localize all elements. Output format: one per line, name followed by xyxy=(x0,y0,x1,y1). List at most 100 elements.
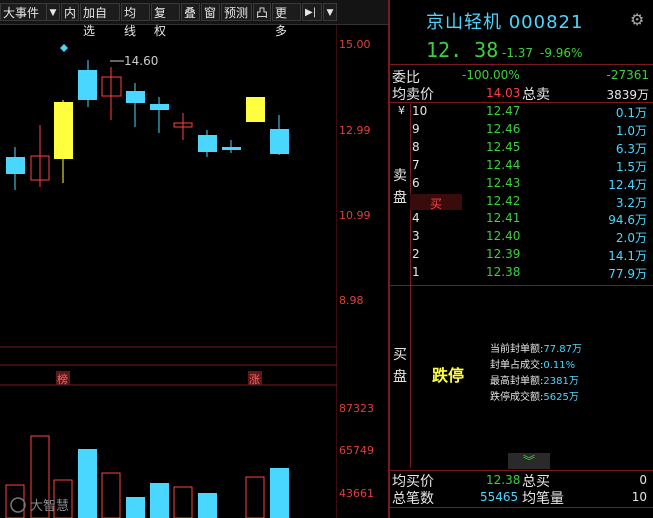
limit-info-line: 封单占成交:0.11% xyxy=(490,356,575,371)
order-book-row[interactable]: 10 12.47 0.1万 xyxy=(390,104,653,121)
settings-gear-icon[interactable]: ⚙ xyxy=(630,10,644,29)
avg-volume-label: 均笔量 xyxy=(522,491,564,507)
candle xyxy=(150,104,169,110)
avg-sell-label: 均卖价 xyxy=(392,87,434,103)
volume-bar xyxy=(173,486,193,518)
play-end-icon[interactable]: ▶| xyxy=(302,3,322,21)
level-volume: 3.2万 xyxy=(615,195,647,210)
inner-button[interactable]: 内 xyxy=(61,3,79,21)
price-axis-label: 15.00 xyxy=(339,38,371,51)
limit-info-value: 2381万 xyxy=(543,376,579,387)
event-diamond-icon[interactable] xyxy=(60,44,68,52)
level-number: 1 xyxy=(412,265,420,280)
limit-info-key: 当前封单额: xyxy=(490,344,544,355)
dropdown-arrow-icon[interactable]: ▼ xyxy=(46,3,60,21)
level-volume: 12.4万 xyxy=(608,177,647,192)
order-book-row[interactable]: 9 12.46 1.0万 xyxy=(390,122,653,139)
total-buy: 0 xyxy=(639,473,647,487)
level-volume: 0.1万 xyxy=(615,106,647,120)
level-volume: 14.1万 xyxy=(608,249,647,264)
level-number: 2 xyxy=(412,247,420,262)
candle xyxy=(222,147,241,150)
quote-panel: 京山轻机 000821 ⚙ 12. 38 -1.37 -9.96% 委比 -10… xyxy=(390,0,653,518)
divider xyxy=(390,102,653,103)
candle xyxy=(246,97,265,122)
level-number: 7 xyxy=(412,157,420,172)
order-book-row[interactable]: 7 12.44 1.5万 xyxy=(390,158,653,175)
more-button[interactable]: 更多 xyxy=(272,3,301,38)
level-number: 6 xyxy=(412,175,420,190)
watermark-logo-icon xyxy=(10,497,26,513)
toolbar-dropdown-icon[interactable]: ▼ xyxy=(323,3,337,21)
adjust-button[interactable]: 复权 xyxy=(151,3,180,38)
total-sell: 3839万 xyxy=(606,88,649,102)
rank-marker[interactable]: 榜 xyxy=(57,372,68,386)
forecast-button[interactable]: 预测 xyxy=(221,3,252,21)
order-book-row[interactable]: 8 12.45 6.3万 xyxy=(390,140,653,157)
volume-axis-label: 65749 xyxy=(339,444,374,457)
limit-info-key: 最高封单额: xyxy=(490,376,544,387)
volume-bar xyxy=(270,468,289,518)
limit-down-status: 跌停 xyxy=(432,366,465,385)
level-price: 12.43 xyxy=(486,175,521,190)
level-volume: 94.6万 xyxy=(608,213,647,228)
divider xyxy=(390,64,653,65)
volume-bar xyxy=(5,484,25,518)
add-watchlist-button[interactable]: 加自选 xyxy=(80,3,120,38)
avg-volume: 10 xyxy=(631,490,647,504)
price-axis-label: 12.99 xyxy=(339,124,371,137)
big-events-label: 大事件 xyxy=(3,6,40,20)
limit-info-value: 77.87万 xyxy=(543,344,583,355)
level-number: 9 xyxy=(412,121,420,136)
limit-info-value: 0.11% xyxy=(543,360,576,371)
collapse-chevron-icon[interactable]: ︾ xyxy=(508,453,550,469)
order-book-row[interactable]: 1 12.38 77.9万 xyxy=(390,265,653,282)
candle xyxy=(54,102,73,159)
volume-axis-label: 87323 xyxy=(339,402,374,415)
price-change-pct: -9.96% xyxy=(540,46,583,60)
order-book-row[interactable]: 3 12.40 2.0万 xyxy=(390,229,653,246)
order-book-row[interactable]: 2 12.39 14.1万 xyxy=(390,247,653,264)
volume-bar xyxy=(150,483,169,518)
limit-info-line: 最高封单额:2381万 xyxy=(490,372,579,387)
overlay-button[interactable]: 叠 xyxy=(181,3,200,21)
big-events-button[interactable]: 大事件 xyxy=(0,3,52,21)
order-book-row[interactable]: 4 12.41 94.6万 xyxy=(390,211,653,228)
candle xyxy=(126,91,145,103)
avg-buy-price: 12.38 xyxy=(486,473,521,487)
current-price: 12. 38 xyxy=(426,38,499,62)
bookmark-icon[interactable]: 凸 xyxy=(253,3,271,21)
divider xyxy=(390,285,653,286)
vertical-divider xyxy=(410,286,411,468)
level-volume: 6.3万 xyxy=(615,141,647,156)
total-trades-label: 总笔数 xyxy=(392,491,434,507)
avg-sell-price: 14.03 xyxy=(486,86,521,100)
order-book-row[interactable]: 6 12.43 12.4万 xyxy=(390,176,653,193)
price-axis-label: 10.99 xyxy=(339,209,371,222)
price-change: -1.37 xyxy=(502,46,534,60)
moving-average-button[interactable]: 均线 xyxy=(121,3,150,38)
volume-bar xyxy=(245,476,265,518)
window-button[interactable]: 窗 xyxy=(201,3,220,21)
limit-info-key: 封单占成交: xyxy=(490,360,544,371)
volume-bar xyxy=(126,497,145,518)
wb-value: -27361 xyxy=(606,68,649,82)
level-price: 12.46 xyxy=(486,121,521,136)
level-price: 12.38 xyxy=(486,265,521,280)
candle xyxy=(6,157,25,174)
total-trades: 55465 xyxy=(480,490,519,504)
limit-info-line: 当前封单额:77.87万 xyxy=(490,340,582,355)
buy-side-char: 盘 xyxy=(393,369,407,385)
level-price: 12.41 xyxy=(486,211,521,226)
candle xyxy=(198,135,217,152)
level-volume: 2.0万 xyxy=(615,231,647,246)
divider xyxy=(390,507,653,508)
buy-tag[interactable]: 买 xyxy=(430,195,442,212)
level-price: 12.44 xyxy=(486,157,521,172)
stock-title: 京山轻机 000821 xyxy=(426,8,583,34)
total-sell-label: 总卖 xyxy=(522,87,550,103)
candles xyxy=(6,60,289,190)
candlestick-chart[interactable]: 14.60 榜 涨 大智慧 xyxy=(0,25,337,518)
limit-up-marker[interactable]: 涨 xyxy=(249,373,260,386)
limit-info-line: 跌停成交额:5625万 xyxy=(490,388,579,403)
